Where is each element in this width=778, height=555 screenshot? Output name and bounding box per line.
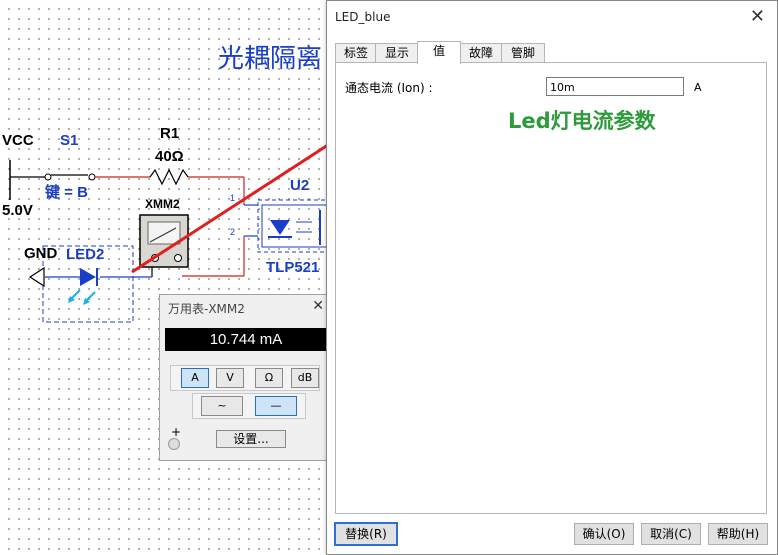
annotation-text: Led灯电流参数 (508, 109, 656, 133)
led-ref: LED2 (66, 246, 105, 263)
tab-fault[interactable]: 故障 (459, 43, 503, 63)
ic-part: TLP521 (266, 259, 320, 276)
dc-wave-button[interactable]: — (255, 396, 297, 416)
mode-button-db[interactable]: dB (291, 368, 319, 388)
tab-pins[interactable]: 管脚 (501, 43, 545, 63)
value-tab-panel: 通态电流 (Ion) : 10m A Led灯电流参数 (335, 62, 767, 514)
meter-ref: XMM2 (145, 197, 180, 211)
vcc-label: VCC (2, 132, 34, 149)
mode-button-group: A V Ω dB (170, 365, 320, 391)
pin-2-label: 2 (230, 227, 236, 237)
multimeter-title: 万用表-XMM2 (168, 302, 245, 316)
ic-ref: U2 (290, 177, 310, 194)
vcc-value: 5.0V (2, 202, 33, 219)
tab-value[interactable]: 值 (417, 41, 461, 64)
gnd-label: GND (24, 245, 58, 262)
tab-display[interactable]: 显示 (375, 43, 419, 63)
resistor-value: 40Ω (155, 148, 184, 165)
resistor-ref: R1 (160, 125, 180, 142)
led-properties-dialog[interactable]: LED_blue ✕ 标签 显示 值 故障 管脚 通态电流 (Ion) : 10… (326, 0, 778, 555)
mode-button-ampere[interactable]: A (181, 368, 209, 388)
mode-button-volt[interactable]: V (216, 368, 244, 388)
schematic-title: 光耦隔离 (218, 44, 323, 74)
dialog-titlebar: LED_blue ✕ (327, 1, 777, 33)
cancel-button[interactable]: 取消(C) (641, 523, 701, 545)
multimeter-reading: 10.744 mA (165, 328, 327, 351)
multimeter-window[interactable]: 万用表-XMM2 ✕ 10.744 mA A V Ω dB ~ — + 设置..… (159, 294, 329, 461)
help-button[interactable]: 帮助(H) (708, 523, 768, 545)
wave-button-group: ~ — (192, 393, 306, 419)
on-current-unit: A (694, 81, 702, 94)
pin-1-label: 1 (230, 193, 236, 203)
switch-key: 键 = B (45, 184, 88, 201)
mode-button-ohm[interactable]: Ω (255, 368, 283, 388)
on-current-input[interactable]: 10m (546, 77, 684, 96)
ok-button[interactable]: 确认(O) (574, 523, 634, 545)
close-icon[interactable]: ✕ (750, 6, 765, 27)
ac-wave-button[interactable]: ~ (201, 396, 243, 416)
tab-label[interactable]: 标签 (335, 43, 377, 63)
on-current-label: 通态电流 (Ion) : (345, 81, 433, 95)
dialog-title: LED_blue (335, 10, 391, 24)
plus-terminal-icon[interactable] (168, 438, 180, 450)
plus-terminal-label: + (171, 425, 182, 439)
close-icon[interactable]: ✕ (312, 298, 324, 314)
settings-button[interactable]: 设置... (216, 430, 286, 448)
switch-ref: S1 (60, 132, 79, 149)
replace-button[interactable]: 替换(R) (334, 522, 398, 546)
